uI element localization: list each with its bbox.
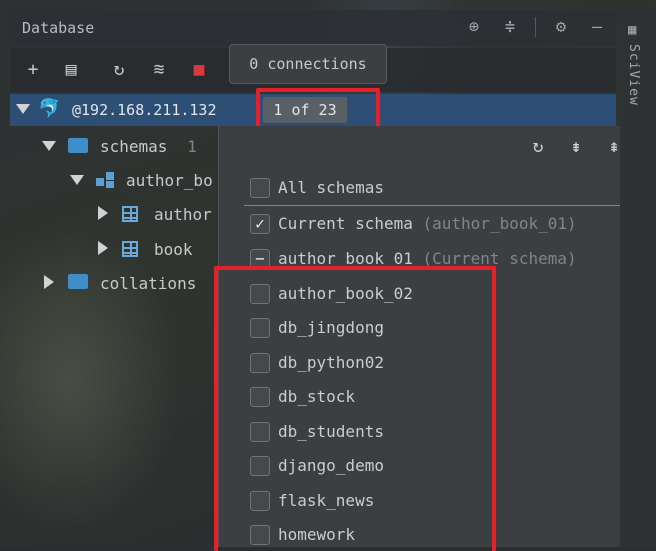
collapse-icon[interactable]: ≑ (499, 16, 521, 38)
expand-all-icon[interactable]: ⇟ (565, 136, 587, 158)
table-node-author[interactable]: author (154, 205, 212, 224)
refresh-icon[interactable]: ↻ (527, 136, 549, 158)
mysql-dolphin-icon: 🐬 (38, 98, 61, 119)
folder-icon (68, 138, 88, 153)
option-label: All schemas (278, 178, 384, 197)
highlight-box-schemas (214, 266, 496, 551)
table-node-book[interactable]: book (154, 240, 193, 259)
expand-arrow-icon[interactable] (70, 175, 84, 185)
copy-icon[interactable]: ▤ (58, 57, 84, 83)
panel-title: Database (22, 19, 95, 37)
option-label: Current schema (278, 214, 413, 233)
refresh-icon[interactable]: ↻ (106, 57, 132, 83)
expand-arrow-icon[interactable] (16, 104, 30, 114)
minimize-icon[interactable]: — (586, 16, 608, 38)
collapse-arrow-icon[interactable] (44, 275, 54, 289)
schemas-node[interactable]: schemas 1 (100, 137, 197, 156)
schemas-count: 1 (187, 137, 197, 156)
collapse-arrow-icon[interactable] (98, 241, 108, 255)
divider (244, 205, 622, 206)
table-icon (122, 206, 138, 222)
grid-icon[interactable]: ▦ (628, 22, 636, 38)
stop-icon[interactable]: ■ (186, 57, 212, 83)
crosshair-icon[interactable]: ⊕ (463, 16, 485, 38)
option-sub: (author_book_01) (422, 214, 577, 233)
collapse-arrow-icon[interactable] (98, 206, 108, 220)
checkbox[interactable]: ✓ (250, 214, 270, 234)
schema-edit-icon[interactable]: ≋ (146, 57, 172, 83)
add-icon[interactable]: + (20, 57, 46, 83)
collations-node[interactable]: collations (100, 274, 196, 293)
connection-label: @192.168.211.132 (72, 101, 217, 119)
header-separator (535, 17, 536, 37)
panel-header: Database ⊕ ≑ ⚙ — (10, 10, 616, 46)
expand-arrow-icon[interactable] (42, 141, 56, 151)
connections-tooltip: 0 connections (229, 44, 387, 84)
table-icon (122, 241, 138, 257)
folder-icon (68, 274, 88, 289)
gear-icon[interactable]: ⚙ (550, 16, 572, 38)
sciview-tab[interactable]: SciView (626, 44, 641, 106)
schema-icon (96, 172, 114, 188)
checkbox[interactable] (250, 178, 270, 198)
schemas-label: schemas (100, 137, 168, 156)
schema-node[interactable]: author_bo (126, 171, 213, 190)
